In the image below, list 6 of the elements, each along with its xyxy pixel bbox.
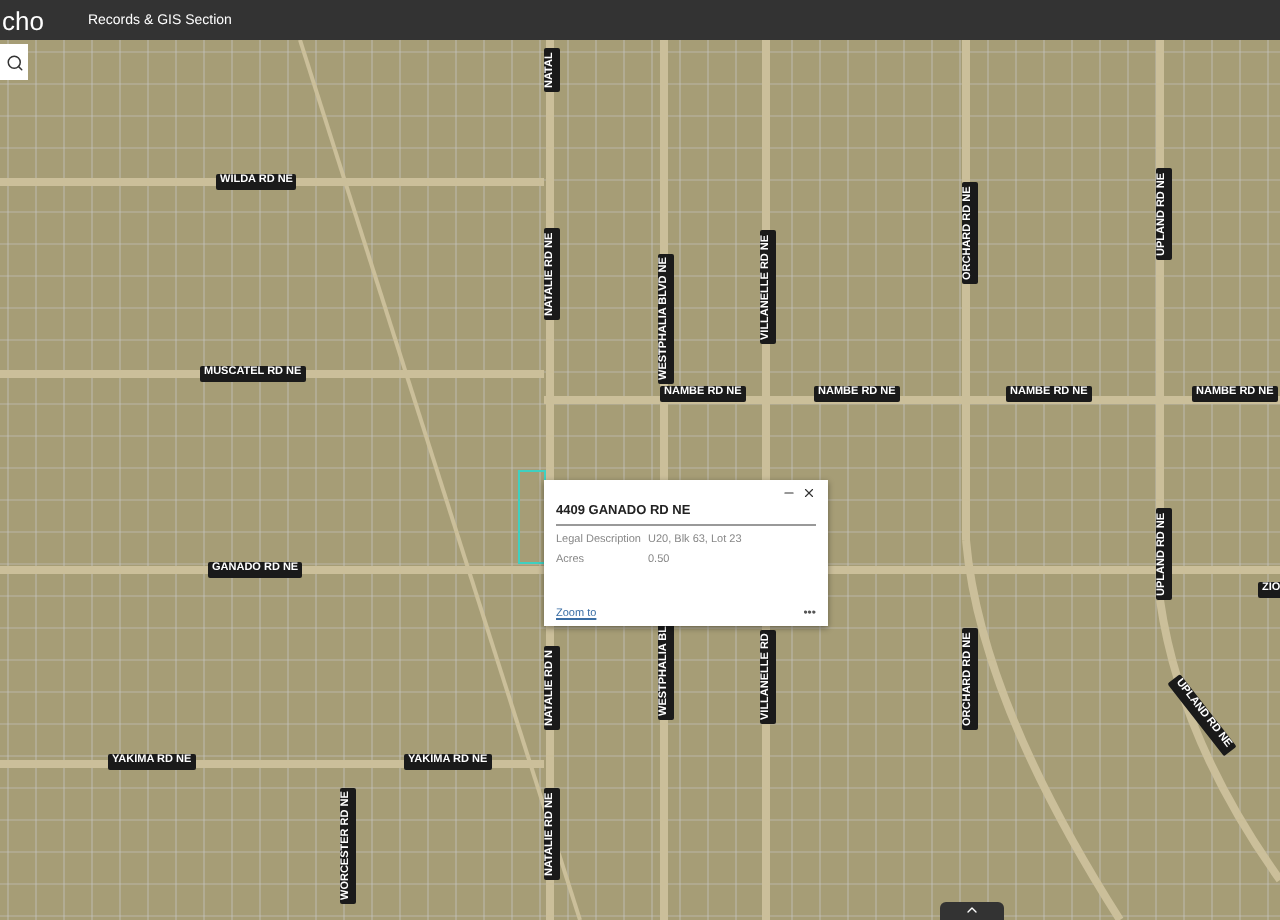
expand-button[interactable] <box>940 902 1004 920</box>
caret-up-icon <box>964 902 980 918</box>
search-icon <box>5 53 23 71</box>
app-logo-text: cho <box>2 5 44 35</box>
close-icon[interactable] <box>802 485 816 499</box>
search-button[interactable] <box>0 44 28 80</box>
